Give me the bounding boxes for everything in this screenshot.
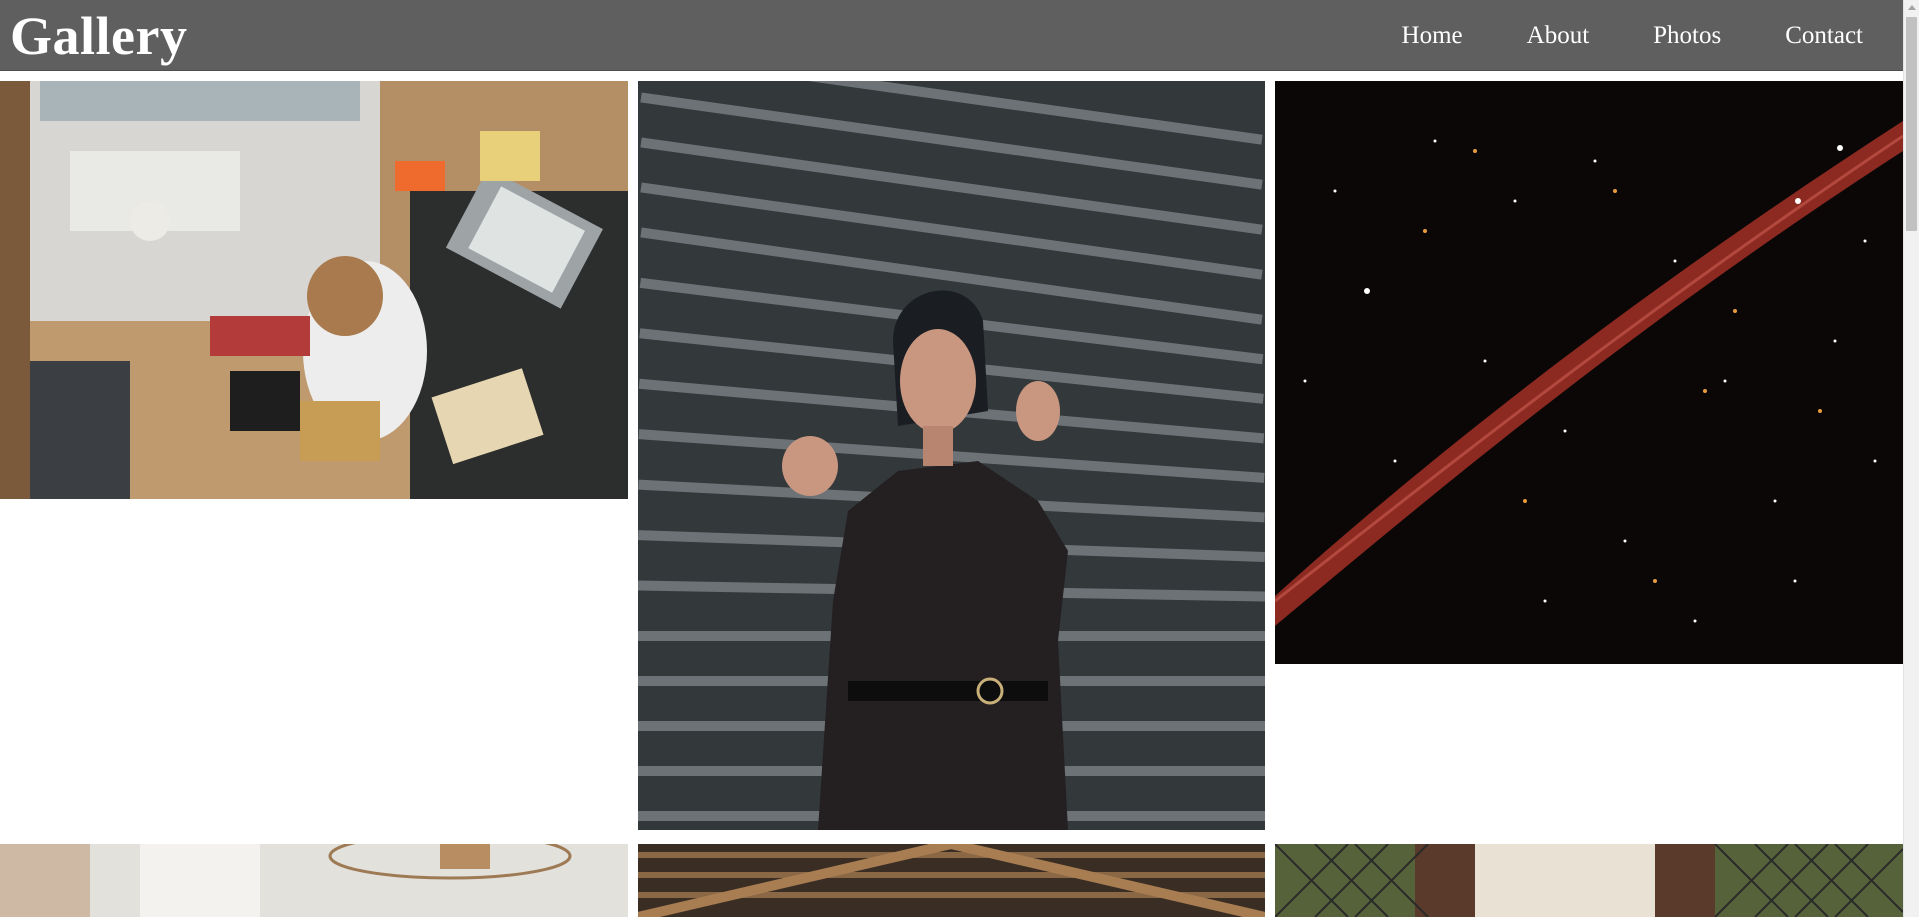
site-title[interactable]: Gallery bbox=[10, 6, 187, 66]
nav-link-home[interactable]: Home bbox=[1402, 0, 1463, 71]
gallery-photo-roof[interactable] bbox=[638, 844, 1265, 917]
main-nav: Home About Photos Contact bbox=[1402, 0, 1863, 71]
scroll-up-arrow-icon[interactable] bbox=[1908, 5, 1916, 10]
nav-link-photos[interactable]: Photos bbox=[1653, 0, 1721, 71]
gallery-photo-portrait[interactable] bbox=[638, 81, 1265, 830]
nav-link-contact[interactable]: Contact bbox=[1785, 0, 1863, 71]
vertical-scrollbar[interactable] bbox=[1903, 0, 1919, 917]
gallery-photo-stars[interactable] bbox=[1275, 81, 1903, 664]
scroll-thumb[interactable] bbox=[1906, 17, 1917, 231]
gallery-photo-fence[interactable] bbox=[1275, 844, 1903, 917]
gallery-page: Gallery Home About Photos Contact bbox=[0, 0, 1919, 917]
gallery-photo-room[interactable] bbox=[0, 844, 628, 917]
site-header: Gallery Home About Photos Contact bbox=[0, 0, 1903, 71]
gallery-photo-desk[interactable] bbox=[0, 81, 628, 499]
nav-link-about[interactable]: About bbox=[1527, 0, 1590, 71]
